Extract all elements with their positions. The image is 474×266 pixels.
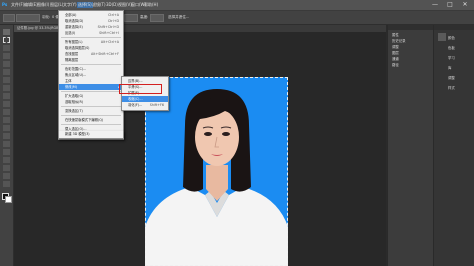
type-tool-icon[interactable]: [3, 149, 10, 155]
quick-select-tool-icon[interactable]: [3, 53, 10, 59]
selection-mode-buttons[interactable]: [16, 14, 40, 22]
right-dock-panel: 颜色 色板 学习 库 调整 样式: [433, 25, 474, 266]
menu-item-new-3d-model[interactable]: 新建 3D 模型(3): [59, 131, 123, 137]
move-tool-icon[interactable]: [3, 29, 10, 35]
submenu-item-feather[interactable]: 羽化(F)... Shift+F6: [122, 102, 168, 108]
minimize-button[interactable]: —: [428, 1, 442, 9]
menu-image[interactable]: 图像(I): [37, 2, 49, 8]
height-label: 高度:: [140, 15, 149, 19]
panel-row[interactable]: 历史记录: [392, 38, 406, 43]
panel-row[interactable]: 调整: [392, 44, 399, 49]
background-color-swatch[interactable]: [5, 196, 12, 203]
layers-panel: 属性 历史记录 调整 图层 通道 路径: [387, 25, 433, 266]
menu-separator: [61, 37, 121, 38]
menu-separator: [61, 115, 121, 116]
menu-view[interactable]: 视图(V): [118, 2, 132, 8]
menu-separator: [61, 124, 121, 125]
history-brush-tool-icon[interactable]: [3, 101, 10, 107]
shape-tool-icon[interactable]: [3, 165, 10, 171]
menu-edit[interactable]: 编辑(E): [24, 2, 38, 8]
maximize-button[interactable]: □: [443, 1, 457, 9]
panel-row[interactable]: 色板: [448, 45, 455, 50]
panel-header: [434, 25, 474, 30]
menu-item-modify[interactable]: 修改(M) ▸: [59, 84, 123, 90]
healing-brush-tool-icon[interactable]: [3, 77, 10, 83]
gradient-tool-icon[interactable]: [3, 117, 10, 123]
menu-layer[interactable]: 图层(L): [50, 2, 63, 8]
app-logo: Ps: [2, 2, 8, 7]
tools-panel: [0, 25, 14, 266]
eyedropper-tool-icon[interactable]: [3, 69, 10, 75]
clone-stamp-tool-icon[interactable]: [3, 93, 10, 99]
menu-file[interactable]: 文件(F): [11, 2, 24, 8]
panel-row[interactable]: 学习: [448, 55, 455, 60]
close-button[interactable]: ✕: [458, 1, 472, 9]
panel-row[interactable]: 属性: [392, 32, 399, 37]
panel-row[interactable]: 路径: [392, 62, 399, 67]
crop-tool-icon[interactable]: [3, 61, 10, 67]
brush-tool-icon[interactable]: [3, 85, 10, 91]
pen-tool-icon[interactable]: [3, 141, 10, 147]
path-select-tool-icon[interactable]: [3, 157, 10, 163]
select-menu-tail: 新建 3D 模型(3): [58, 131, 124, 139]
menu-item-inverse[interactable]: 反选(I) Shift+Ctrl+I: [59, 30, 123, 36]
menu-3d[interactable]: 3D(D): [106, 2, 118, 7]
feather-label: 羽化:: [42, 15, 51, 19]
eraser-tool-icon[interactable]: [3, 109, 10, 115]
panel-row[interactable]: 库: [448, 65, 451, 70]
color-panel-icon[interactable]: [438, 33, 446, 41]
select-and-mask-button[interactable]: 选择并遮住...: [168, 15, 189, 20]
hand-tool-icon[interactable]: [3, 173, 10, 179]
panel-row[interactable]: 图层: [392, 50, 399, 55]
menu-separator: [61, 64, 121, 65]
menu-filter[interactable]: 滤镜(T): [92, 2, 106, 8]
menu-type[interactable]: 文字(Y): [63, 2, 77, 8]
dodge-tool-icon[interactable]: [3, 133, 10, 139]
menu-item-similar[interactable]: 选取相似(R): [59, 99, 123, 105]
tool-preset-picker[interactable]: [3, 14, 15, 22]
zoom-tool-icon[interactable]: [3, 181, 10, 187]
panel-row[interactable]: 颜色: [448, 35, 455, 40]
menu-item-isolate-layers[interactable]: 隔离图层: [59, 57, 123, 63]
menu-help[interactable]: 帮助(H): [144, 2, 158, 8]
panel-row[interactable]: 样式: [448, 85, 455, 90]
menu-item-transform-selection[interactable]: 变换选区(T): [59, 108, 123, 114]
lasso-tool-icon[interactable]: [3, 45, 10, 51]
marquee-tool-icon[interactable]: [3, 37, 10, 43]
select-menu: 全部(A) Ctrl+A 取消选择(D) Ctrl+D 重新选择(E) Shift+C…: [58, 10, 124, 140]
menu-separator: [61, 91, 121, 92]
menu-separator: [61, 106, 121, 107]
panel-row[interactable]: 通道: [392, 56, 399, 61]
highlight-callout-box: [119, 84, 162, 94]
width-input[interactable]: [124, 14, 138, 22]
menu-item-quick-mask[interactable]: 在快速蒙版模式下编辑(Q): [59, 117, 123, 123]
menu-select[interactable]: 选择(S): [77, 2, 93, 8]
panel-row[interactable]: 调整: [448, 75, 455, 80]
panel-header: [388, 25, 433, 30]
height-input[interactable]: [150, 14, 164, 22]
blur-tool-icon[interactable]: [3, 125, 10, 131]
